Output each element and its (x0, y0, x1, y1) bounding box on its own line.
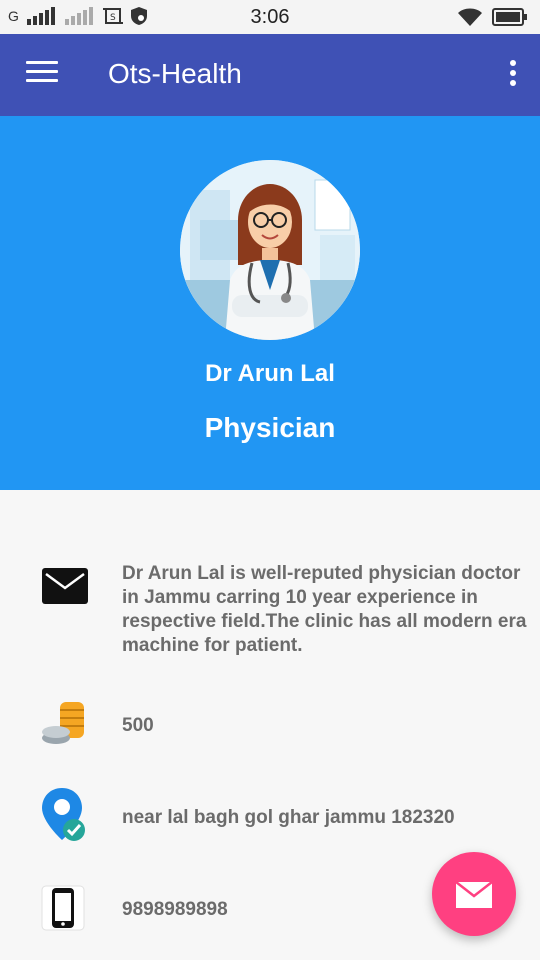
app-title: Ots-Health (108, 58, 242, 89)
description-row: Dr Arun Lal is well-reputed physician do… (0, 562, 540, 662)
profile-header: Dr Arun Lal Physician (0, 116, 540, 490)
doctor-description: Dr Arun Lal is well-reputed physician do… (122, 563, 527, 656)
doctor-specialty: Physician (204, 412, 336, 443)
app-bar: Ots-Health (0, 34, 540, 116)
status-right (458, 8, 528, 26)
consultation-fee: 500 (122, 715, 154, 736)
hamburger-menu-icon[interactable] (26, 61, 58, 87)
coins-icon (40, 700, 90, 750)
doctor-name: Dr Arun Lal (205, 360, 335, 387)
battery-icon (492, 8, 527, 26)
address-row: near lal bagh gol ghar jammu 182320 (0, 788, 540, 848)
status-bar: G S 3:06 (0, 0, 540, 34)
wifi-icon (458, 8, 482, 26)
mail-icon (455, 881, 493, 908)
doctor-avatar (180, 160, 360, 340)
phone-icon (40, 884, 90, 934)
more-vert-icon[interactable] (506, 60, 520, 90)
email-fab-button[interactable] (432, 852, 516, 936)
fee-row: 500 (0, 700, 540, 750)
clinic-address: near lal bagh gol ghar jammu 182320 (122, 807, 455, 828)
location-pin-icon (40, 788, 90, 841)
envelope-icon (40, 564, 90, 614)
